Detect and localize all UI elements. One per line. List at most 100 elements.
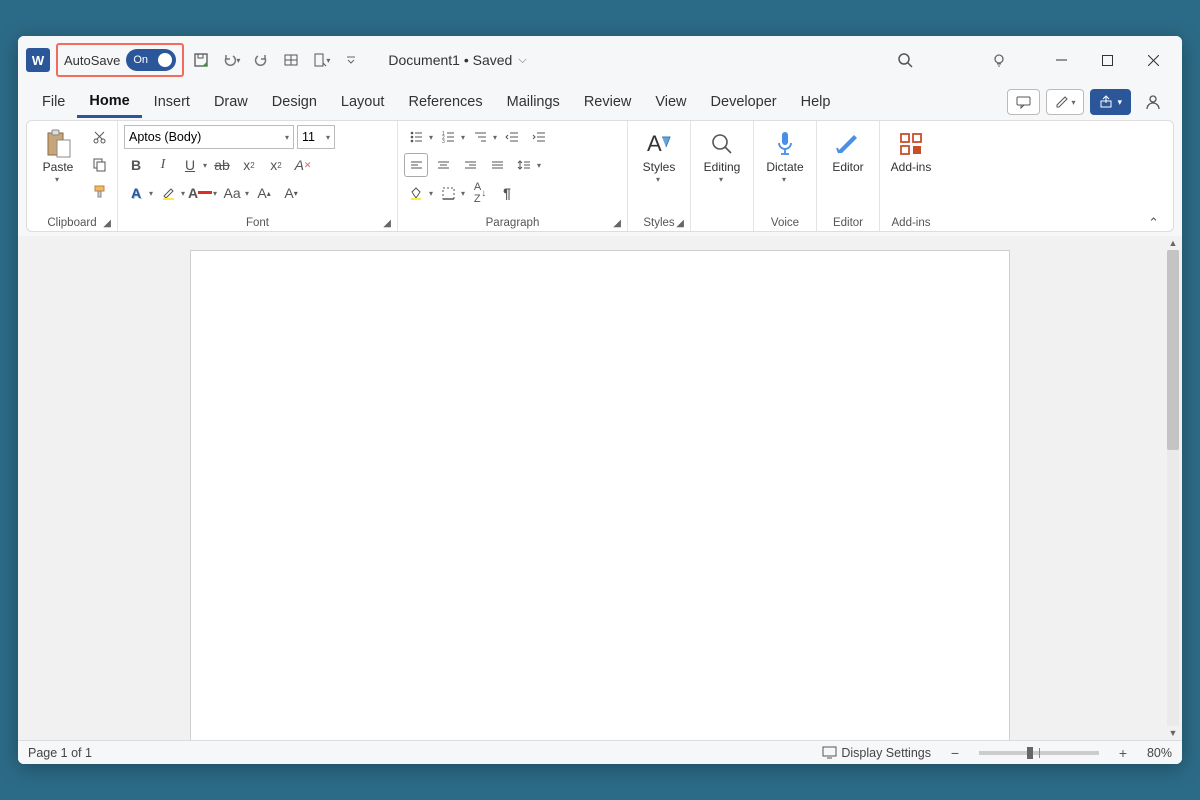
search-icon[interactable] xyxy=(892,47,918,73)
tab-references[interactable]: References xyxy=(396,88,494,116)
font-launcher-icon[interactable]: ◢ xyxy=(383,218,391,229)
account-icon[interactable] xyxy=(1137,89,1170,115)
shading-icon[interactable] xyxy=(404,181,428,205)
document-title[interactable]: Document1 • Saved ⌵ xyxy=(388,52,526,68)
subscript-button[interactable]: x2 xyxy=(237,153,261,177)
group-paragraph: ▾ 123▾ ▾ ▾ ▾ ▾ xyxy=(398,121,628,231)
copy-icon[interactable] xyxy=(87,152,111,176)
autosave-toggle[interactable]: On xyxy=(126,49,176,71)
share-button[interactable]: ▾ xyxy=(1090,89,1131,115)
editor-button[interactable]: Editor xyxy=(823,125,873,177)
italic-button[interactable]: I xyxy=(151,153,175,177)
zoom-out-button[interactable]: − xyxy=(943,741,967,765)
page-indicator[interactable]: Page 1 of 1 xyxy=(28,746,92,760)
align-center-icon[interactable] xyxy=(431,153,455,177)
justify-icon[interactable] xyxy=(485,153,509,177)
font-group-label: Font xyxy=(246,217,269,229)
zoom-slider[interactable] xyxy=(979,751,1099,755)
shrink-font-icon[interactable]: A▾ xyxy=(279,181,303,205)
tab-layout[interactable]: Layout xyxy=(329,88,397,116)
editing-button[interactable]: Editing ▾ xyxy=(697,125,747,186)
font-size-selector[interactable]: 11▾ xyxy=(297,125,335,149)
decrease-indent-icon[interactable] xyxy=(500,125,524,149)
increase-indent-icon[interactable] xyxy=(527,125,551,149)
tab-insert[interactable]: Insert xyxy=(142,88,202,116)
close-button[interactable] xyxy=(1132,45,1174,75)
zoom-in-button[interactable]: + xyxy=(1111,741,1135,765)
styles-launcher-icon[interactable]: ◢ xyxy=(676,218,684,229)
bold-button[interactable]: B xyxy=(124,153,148,177)
toggle-knob-icon xyxy=(158,53,172,67)
strikethrough-button[interactable]: ab xyxy=(210,153,234,177)
lightbulb-icon[interactable] xyxy=(986,47,1012,73)
tab-help[interactable]: Help xyxy=(789,88,843,116)
tab-review[interactable]: Review xyxy=(572,88,644,116)
save-icon[interactable] xyxy=(188,47,214,73)
editing-mode-button[interactable]: ▾ xyxy=(1046,89,1084,115)
cut-icon[interactable] xyxy=(87,125,111,149)
editor-label: Editor xyxy=(832,161,863,175)
collapse-ribbon-icon[interactable]: ⌃ xyxy=(1134,121,1173,231)
font-color-icon[interactable]: A xyxy=(188,181,212,205)
sort-icon[interactable]: AZ↓ xyxy=(468,181,492,205)
bullets-icon[interactable] xyxy=(404,125,428,149)
qat-table-icon[interactable] xyxy=(278,47,304,73)
paragraph-launcher-icon[interactable]: ◢ xyxy=(613,218,621,229)
doc-title-text: Document1 • Saved xyxy=(388,52,512,68)
tab-view[interactable]: View xyxy=(643,88,698,116)
qat-customize[interactable] xyxy=(338,47,364,73)
scroll-track[interactable] xyxy=(1167,250,1179,726)
text-effects-icon[interactable]: A xyxy=(124,181,148,205)
change-case-button[interactable]: Aa xyxy=(220,181,244,205)
align-left-icon[interactable] xyxy=(404,153,428,177)
comments-button[interactable] xyxy=(1007,89,1040,115)
format-painter-icon[interactable] xyxy=(87,179,111,203)
vertical-scrollbar[interactable]: ▲ ▼ xyxy=(1166,236,1180,740)
multilevel-list-icon[interactable] xyxy=(468,125,492,149)
qat-doc-icon[interactable]: ▾ xyxy=(308,47,334,73)
tab-mailings[interactable]: Mailings xyxy=(495,88,572,116)
tab-developer[interactable]: Developer xyxy=(699,88,789,116)
word-app-icon: W xyxy=(26,48,50,72)
tab-design[interactable]: Design xyxy=(260,88,329,116)
zoom-level[interactable]: 80% xyxy=(1147,746,1172,760)
ribbon: Paste ▾ Clipboard◢ Aptos (Body)▾ 11▾ xyxy=(26,120,1174,232)
clear-formatting-icon[interactable]: A✕ xyxy=(291,153,315,177)
superscript-button[interactable]: x2 xyxy=(264,153,288,177)
tab-draw[interactable]: Draw xyxy=(202,88,260,116)
tab-file[interactable]: File xyxy=(30,88,77,116)
group-voice: Dictate ▾ Voice xyxy=(754,121,817,231)
scroll-up-icon[interactable]: ▲ xyxy=(1167,236,1180,250)
undo-button[interactable]: ▾ xyxy=(218,47,244,73)
svg-text:3: 3 xyxy=(442,139,445,144)
borders-icon[interactable] xyxy=(436,181,460,205)
scroll-thumb[interactable] xyxy=(1167,250,1179,450)
show-marks-icon[interactable]: ¶ xyxy=(495,181,519,205)
maximize-button[interactable] xyxy=(1086,45,1128,75)
redo-button[interactable] xyxy=(248,47,274,73)
dictate-button[interactable]: Dictate ▾ xyxy=(760,125,810,186)
document-page[interactable] xyxy=(190,250,1010,740)
underline-button[interactable]: U xyxy=(178,153,202,177)
numbering-icon[interactable]: 123 xyxy=(436,125,460,149)
align-right-icon[interactable] xyxy=(458,153,482,177)
tab-home[interactable]: Home xyxy=(77,87,141,118)
minimize-button[interactable] xyxy=(1040,45,1082,75)
ribbon-tabs: File Home Insert Draw Design Layout Refe… xyxy=(18,84,1182,120)
highlight-icon[interactable] xyxy=(156,181,180,205)
font-name-selector[interactable]: Aptos (Body)▾ xyxy=(124,125,294,149)
styles-button[interactable]: A Styles ▾ xyxy=(634,125,684,186)
addins-button[interactable]: Add-ins xyxy=(886,125,936,177)
line-spacing-icon[interactable] xyxy=(512,153,536,177)
titlebar: W AutoSave On ▾ ▾ Document1 • Saved ⌵ xyxy=(18,36,1182,84)
clipboard-launcher-icon[interactable]: ◢ xyxy=(103,218,111,229)
autosave-label: AutoSave xyxy=(64,53,120,68)
statusbar: Page 1 of 1 Display Settings − + 80% xyxy=(18,740,1182,764)
styles-group-label: Styles xyxy=(643,217,674,229)
zoom-knob[interactable] xyxy=(1027,747,1033,759)
document-canvas[interactable]: ▲ ▼ xyxy=(18,236,1182,740)
display-settings-button[interactable]: Display Settings xyxy=(822,746,931,760)
scroll-down-icon[interactable]: ▼ xyxy=(1167,726,1180,740)
paste-button[interactable]: Paste ▾ xyxy=(33,125,83,186)
grow-font-icon[interactable]: A▴ xyxy=(252,181,276,205)
